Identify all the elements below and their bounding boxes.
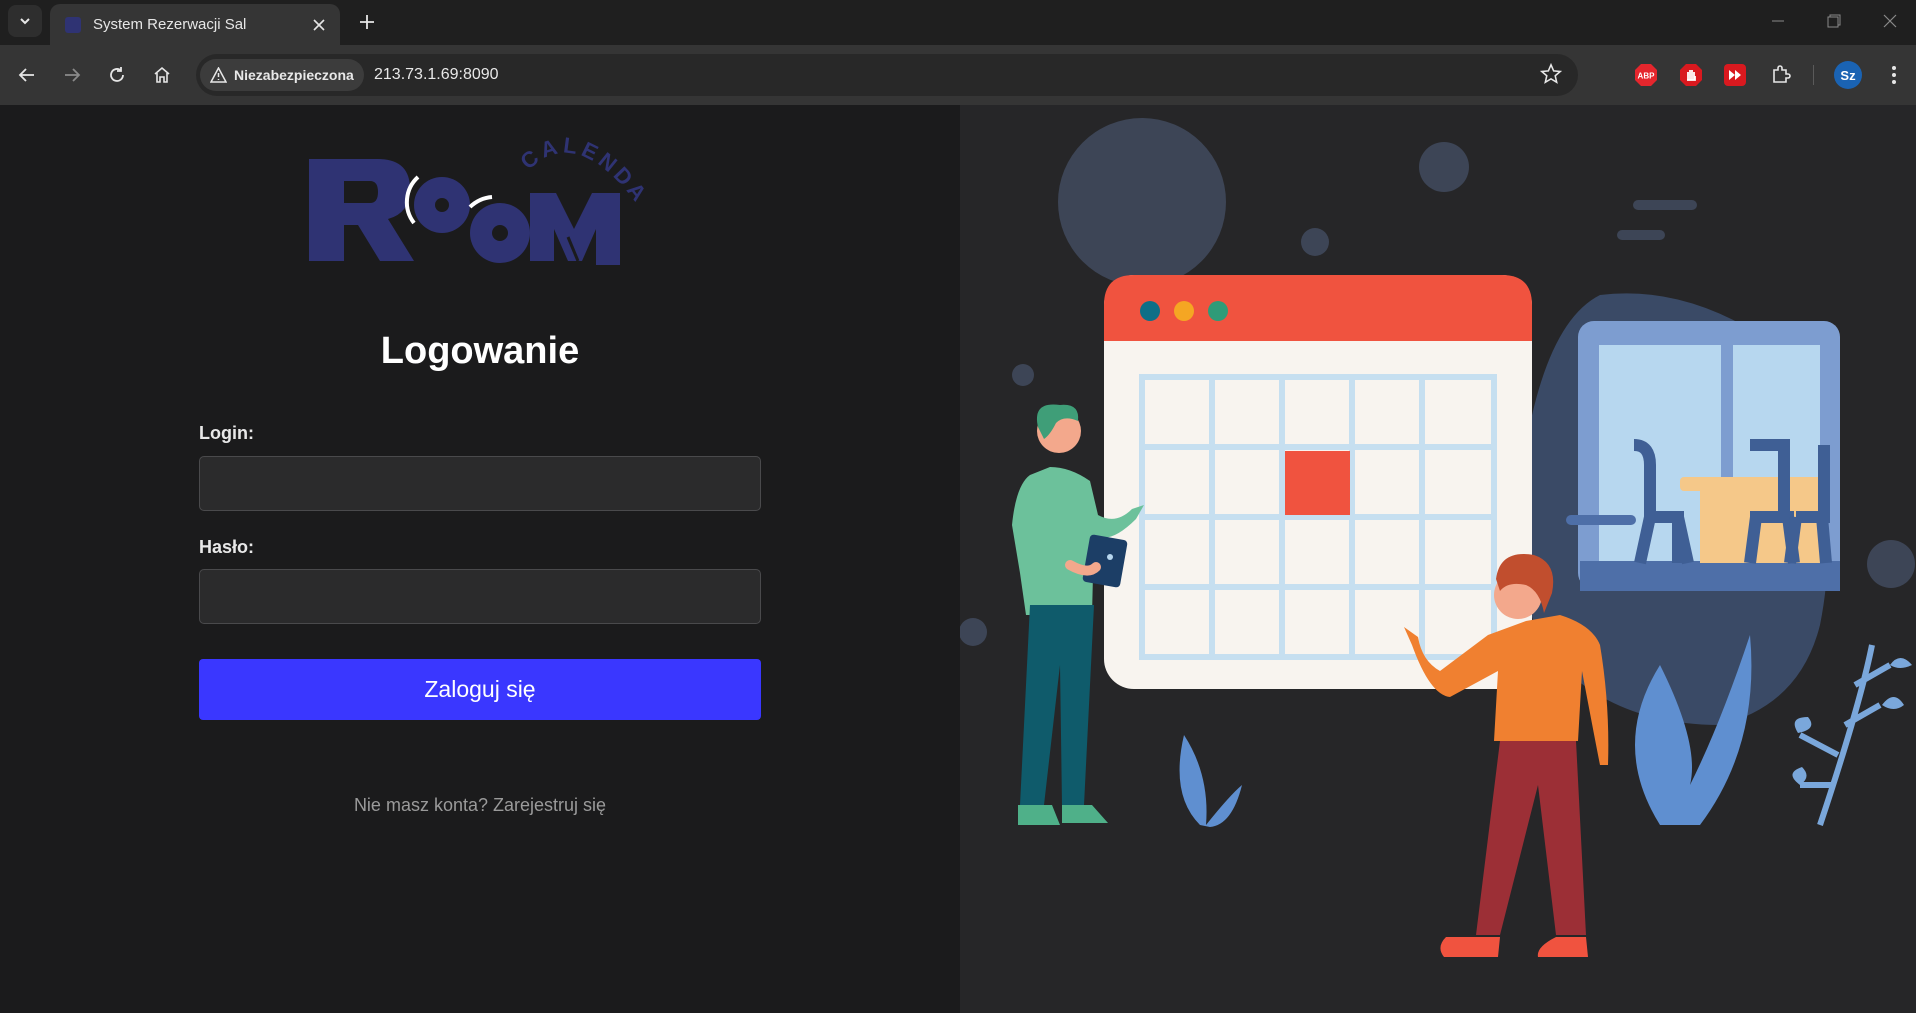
url-text[interactable]: 213.73.1.69:8090 [374,66,499,84]
login-button[interactable]: Zaloguj się [199,659,761,720]
browser-tabstrip: System Rezerwacji Sal [0,0,1916,45]
fast-forward-icon [1724,64,1746,86]
stop-hand-icon [1680,64,1702,86]
arrow-right-icon [65,68,81,82]
back-button[interactable] [11,59,43,91]
browser-tab-active[interactable]: System Rezerwacji Sal [50,4,340,45]
home-icon [154,66,170,83]
restore-button[interactable] [1806,0,1862,42]
page-title: Logowanie [380,330,580,372]
meeting-calendar-illustration [960,118,1915,957]
tab-title: System Rezerwacji Sal [93,16,247,33]
restore-icon [1827,14,1841,28]
chevron-down-icon [20,18,30,25]
password-label: Hasło: [199,537,255,557]
tab-search-button[interactable] [8,5,42,37]
reload-icon [110,67,124,82]
bookmark-star-button[interactable] [1539,62,1564,87]
home-button[interactable] [146,59,178,91]
toolbar-divider [1813,65,1814,85]
minimize-button[interactable] [1750,0,1806,42]
speed-extension-button[interactable] [1723,63,1747,87]
reload-button[interactable] [101,59,133,91]
browser-menu-button[interactable] [1882,63,1906,87]
warning-triangle-icon [210,67,227,83]
login-label: Login: [199,423,254,443]
adblock-extension-button[interactable]: ABP [1634,63,1658,87]
browser-toolbar: Niezabezpieczona 213.73.1.69:8090 ABP Sz [0,45,1916,105]
security-label: Niezabezpieczona [234,67,354,83]
profile-avatar[interactable]: Sz [1834,61,1862,89]
close-window-button[interactable] [1862,0,1916,42]
address-bar[interactable]: Niezabezpieczona 213.73.1.69:8090 [196,54,1578,96]
favicon-icon [65,16,81,33]
password-input[interactable] [199,569,761,624]
security-chip[interactable]: Niezabezpieczona [200,59,364,91]
login-panel: CALENDAR Logowanie Login: Hasło: Zaloguj… [0,105,960,1013]
svg-text:ABP: ABP [1638,72,1656,81]
room-calendar-logo: CALENDAR [306,133,650,265]
highlighted-date-cell [1285,451,1350,515]
illustration-panel [960,105,1916,1013]
close-icon [313,18,325,31]
register-link[interactable]: Nie masz konta? Zarejestruj się [0,795,960,816]
arrow-left-icon [18,68,34,82]
stop-extension-button[interactable] [1679,63,1703,87]
new-tab-button[interactable] [352,7,382,37]
abp-icon: ABP [1635,64,1657,86]
plus-icon [360,15,374,29]
extensions-button[interactable] [1769,63,1793,87]
close-icon [1883,14,1897,28]
puzzle-icon [1773,65,1791,83]
minimize-icon [1772,20,1784,22]
star-icon [1539,62,1563,84]
tab-close-button[interactable] [306,12,332,38]
more-vertical-icon [1892,66,1896,84]
forward-button[interactable] [56,59,88,91]
login-input[interactable] [199,456,761,511]
